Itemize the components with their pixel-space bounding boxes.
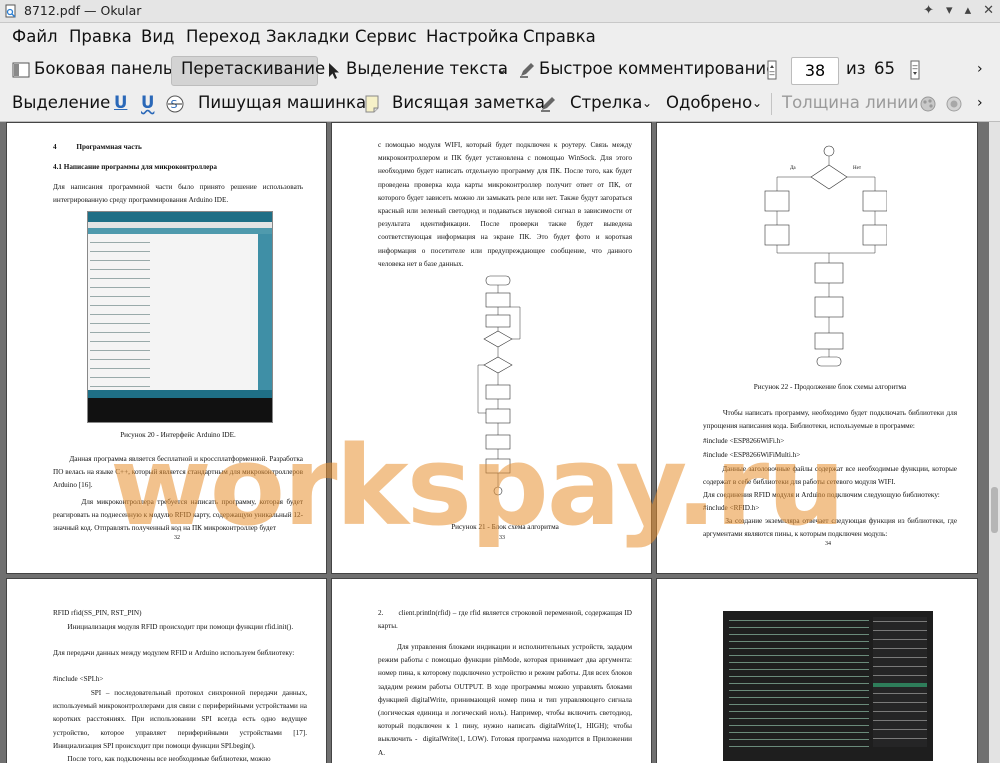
pin-window-icon[interactable]: ✦ (923, 3, 934, 18)
flowchart (477, 275, 521, 496)
menu-settings[interactable]: Настройка (426, 27, 519, 46)
maximize-icon[interactable]: ▴ (965, 3, 972, 18)
quick-annotate-button[interactable]: Быстрое комментирование (539, 59, 776, 78)
page35-para3: SPI – последовательный протокол синхронн… (53, 689, 309, 750)
document-viewport[interactable]: 4 Программная часть 4.1 Написание програ… (0, 122, 989, 763)
sidebar-button[interactable]: Боковая панель (34, 59, 173, 78)
menu-tools[interactable]: Сервис (355, 27, 417, 46)
include-esp8266wifimulti: #include <ESP8266WiFiMulti.h> (703, 451, 801, 459)
annotation-toolbar-overflow-icon[interactable]: › (977, 95, 983, 111)
code-screenshot (723, 611, 933, 761)
window-title: 8712.pdf — Okular (24, 3, 142, 18)
okular-app-icon (5, 4, 16, 18)
squiggle-icon[interactable]: U (141, 93, 154, 112)
close-icon[interactable]: ✕ (983, 3, 994, 18)
arrow-dropdown-icon[interactable]: ⌄ (642, 96, 652, 110)
figure21-caption: Рисунок 21 - Блок схема алгоритма (451, 523, 559, 531)
include-esp8266wifi: #include <ESP8266WiFi.h> (703, 437, 785, 445)
include-spi: #include <SPI.h> (53, 675, 104, 683)
menu-bar: Файл Правка Вид Переход Закладки Сервис … (0, 23, 1000, 53)
text-select-dropdown-icon[interactable]: ⌄ (497, 62, 507, 76)
page-number: 34 (825, 541, 831, 547)
menu-edit[interactable]: Правка (69, 27, 132, 46)
include-rfid: #include <RFID.h> (703, 504, 760, 512)
page-37 (656, 578, 978, 763)
color-picker-icon[interactable] (920, 96, 936, 112)
page35-para4: После того, как подключены все необходим… (53, 755, 271, 763)
figure20-caption: Рисунок 20 - Интерфейс Arduino IDE. (120, 431, 236, 439)
page32-para2: Данная программа является бесплатной и к… (53, 455, 305, 490)
menu-go[interactable]: Переход (186, 27, 260, 46)
page32-para1: Для написания программной части было при… (53, 183, 305, 205)
figure22-caption: Рисунок 22 - Продолжение блок схемы алго… (753, 383, 907, 391)
menu-bookmarks[interactable]: Закладки (266, 27, 349, 46)
subsection-heading: 4.1 Написание программы для микроконтрол… (53, 163, 217, 171)
text-select-button[interactable]: Выделение текста (346, 59, 508, 78)
previous-page-icon[interactable] (767, 60, 777, 80)
page35-para2: Для передачи данных между модулем RFID и… (53, 649, 295, 657)
toolbar-separator (771, 93, 772, 115)
page36-item: 2. client.println(rfid) – где rfid являе… (378, 609, 634, 631)
page-33: с помощью модуля WIFI, который будет под… (331, 122, 652, 574)
page-32: 4 Программная часть 4.1 Написание програ… (6, 122, 327, 574)
rfid-constructor: RFID rfid(SS_PIN, RST_PIN) (53, 609, 142, 617)
page-number-input[interactable]: 38 (791, 57, 839, 85)
page34-para2: Данные заголовочные файлы содержат все н… (703, 465, 959, 487)
opacity-icon[interactable] (946, 96, 962, 112)
sticky-note-icon (365, 95, 379, 113)
annotation-toolbar: Выделение U U S Пишущая машинка Висящая … (0, 87, 1000, 122)
sidebar-icon (12, 62, 30, 78)
sticky-note-button[interactable]: Висящая заметка (392, 93, 545, 112)
minimize-icon[interactable]: ▾ (946, 3, 953, 18)
toolbar-overflow-icon[interactable]: › (977, 61, 983, 77)
quick-annotate-icon (520, 63, 534, 78)
flowchart-yes-label: Да (790, 166, 796, 171)
typewriter-button[interactable]: Пишущая машинка (198, 93, 366, 112)
page-of-label: из (846, 59, 866, 78)
stamp-dropdown-icon[interactable]: ⌄ (752, 96, 762, 110)
cursor-icon (329, 63, 339, 79)
arduino-ide-screenshot (87, 211, 273, 423)
underline-icon[interactable]: U (114, 93, 127, 112)
drag-mode-label: Перетаскивание (181, 59, 326, 78)
window-titlebar: 8712.pdf — Okular ✦ ▾ ▴ ✕ (0, 0, 1000, 23)
page-total-label: 65 (874, 59, 895, 78)
menu-file[interactable]: Файл (12, 27, 58, 46)
page34-para1: Чтобы написать программу, необходимо буд… (703, 409, 959, 431)
arrow-button[interactable]: Стрелка (570, 93, 642, 112)
scrollbar-thumb[interactable] (991, 487, 998, 533)
stamp-button[interactable]: Одобрено (666, 93, 752, 112)
menu-view[interactable]: Вид (141, 27, 174, 46)
flowchart-no-label: Нет (853, 166, 862, 171)
section-heading: 4 Программная часть (53, 143, 142, 151)
next-page-icon[interactable] (910, 60, 920, 80)
strikeout-icon[interactable]: S (166, 95, 184, 113)
flowchart-continued (764, 145, 887, 367)
main-toolbar: Боковая панель Перетаскивание Выделение … (0, 53, 1000, 87)
page-34: Да Нет Рисунок 22 - Продолжение блок схе… (656, 122, 978, 574)
page-number: 33 (499, 535, 505, 541)
page-36: 2. client.println(rfid) – где rfid являе… (331, 578, 652, 763)
page33-para: с помощью модуля WIFI, который будет под… (378, 141, 634, 268)
page36-para: Для управления блоками индикации и испол… (378, 643, 634, 757)
page-number: 32 (174, 535, 180, 541)
page32-para3: Для микроконтроллера требуется написать … (53, 498, 305, 533)
arrow-annotation-icon (541, 97, 555, 112)
vertical-scrollbar[interactable] (989, 122, 1000, 763)
page35-para1: Инициализация модуля RFID происходит при… (53, 623, 294, 631)
line-width-button[interactable]: Толщина линии (782, 93, 919, 112)
page34-para3: Для соединения RFID модуля и Arduino под… (703, 491, 940, 499)
page34-para4: За создание экземпляра отвечает следующа… (703, 517, 959, 539)
menu-help[interactable]: Справка (523, 27, 596, 46)
page-35: RFID rfid(SS_PIN, RST_PIN) Инициализация… (6, 578, 327, 763)
highlight-button[interactable]: Выделение (12, 93, 110, 112)
